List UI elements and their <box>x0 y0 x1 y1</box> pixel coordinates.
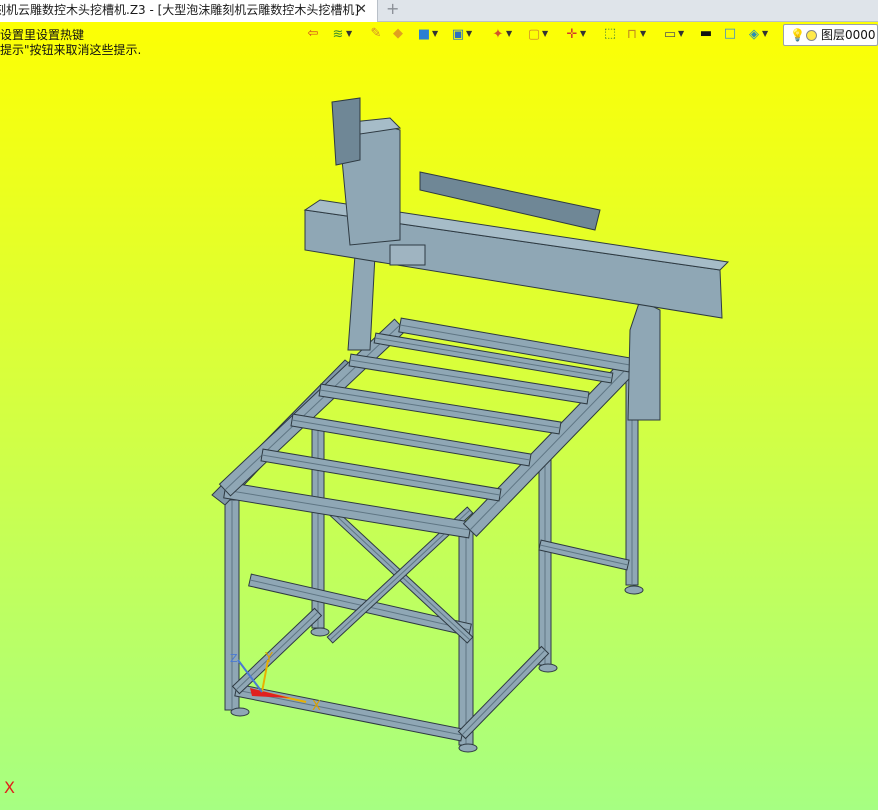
chevron-down-icon[interactable]: ▼ <box>640 24 646 44</box>
cube-icon: ■ <box>417 27 431 42</box>
lower-rail-left-groove <box>235 611 319 691</box>
document-tab-title: 刻机云雕数控木头挖槽机.Z3 - [大型泡沫雕刻机云雕数控木头挖槽机] <box>0 3 359 17</box>
leveling-foot-3 <box>310 627 330 637</box>
solid-button[interactable]: ◆ <box>390 24 412 44</box>
chevron-down-icon[interactable]: ▼ <box>678 24 684 44</box>
pen-icon: ✎ <box>370 26 382 41</box>
cube-button[interactable]: ■ ▼ <box>416 24 446 44</box>
table-slat-3-groove <box>319 389 561 429</box>
gantry-upright-right <box>627 299 661 421</box>
pen-button[interactable]: ✎ <box>368 24 390 44</box>
axis-x-label: X <box>312 699 321 714</box>
layer-color-dot <box>806 30 817 41</box>
frame-button[interactable]: ▢ ▼ <box>526 24 556 44</box>
color-swatch-button[interactable]: □ <box>722 24 744 44</box>
x-marker: X <box>4 778 15 797</box>
spindle-head <box>389 244 426 266</box>
layer-name: 图层0000 <box>821 28 876 42</box>
line-style-icon: ▬ <box>699 26 713 41</box>
leveling-foot-5 <box>624 585 644 595</box>
layer-stack-icon: ◈ <box>749 27 759 42</box>
lower-rail-right-groove <box>461 649 546 736</box>
exit-icon: ⇦ <box>307 26 319 41</box>
view-cube-icon: ▣ <box>451 27 465 42</box>
leveling-foot-2 <box>458 743 478 753</box>
frame-icon: ▢ <box>527 27 541 42</box>
select-box-button[interactable]: ⬚ <box>602 24 624 44</box>
leveling-foot-1 <box>230 707 250 717</box>
bulb-icon[interactable]: 💡 <box>790 25 805 45</box>
close-tab-icon[interactable]: ✕ <box>356 0 370 20</box>
chevron-down-icon[interactable]: ▼ <box>432 24 438 44</box>
gantry-upright-left <box>347 254 376 351</box>
display-icon: ▭ <box>663 27 677 42</box>
color-swatch-icon: □ <box>723 26 737 41</box>
target-button[interactable]: ✛ ▼ <box>564 24 594 44</box>
chevron-down-icon[interactable]: ▼ <box>580 24 586 44</box>
axis-y-label: Y <box>264 651 273 666</box>
select-box-icon: ⬚ <box>603 26 617 41</box>
dimension-icon: ⊓ <box>626 27 638 42</box>
new-tab-icon[interactable]: + <box>386 0 402 18</box>
table-slat-2-groove <box>291 419 531 461</box>
cable-chain-vertical <box>331 97 361 166</box>
cnc-router-model: X Y Z <box>211 97 730 753</box>
3d-viewport[interactable]: X Y Z <box>0 50 878 810</box>
target-icon: ✛ <box>566 27 578 42</box>
chevron-down-icon[interactable]: ▼ <box>506 24 512 44</box>
layers-icon: ≋ <box>332 27 344 42</box>
render-icon: ✦ <box>492 27 504 42</box>
tab-bar: 刻机云雕数控木头挖槽机.Z3 - [大型泡沫雕刻机云雕数控木头挖槽机] ✕ + <box>0 0 878 22</box>
display-button[interactable]: ▭ ▼ <box>662 24 692 44</box>
chevron-down-icon[interactable]: ▼ <box>542 24 548 44</box>
view-cube-button[interactable]: ▣ ▼ <box>450 24 480 44</box>
document-tab[interactable]: 刻机云雕数控木头挖槽机.Z3 - [大型泡沫雕刻机云雕数控木头挖槽机] ✕ <box>0 0 378 22</box>
view-toolbar: ⇦ ≋ ▼ ✎ ◆ ■ ▼ ▣ ▼ ✦ ▼ ▢ ▼ ✛ ▼ ⬚ ⊓ ▼ ▭ ▼ ▬ □ ◈ ▼ <box>300 24 780 46</box>
mid-rail-back-groove <box>539 544 629 566</box>
chevron-down-icon[interactable]: ▼ <box>346 24 352 44</box>
solid-icon: ◆ <box>393 26 403 41</box>
table-slat-1-groove <box>261 454 501 496</box>
leveling-foot-4 <box>538 663 558 673</box>
chevron-down-icon[interactable]: ▼ <box>466 24 472 44</box>
line-style-button[interactable]: ▬ <box>698 24 720 44</box>
layer-selector[interactable]: 💡 图层0000 <box>783 24 878 46</box>
layer-stack-button[interactable]: ◈ ▼ <box>746 24 776 44</box>
layers-button[interactable]: ≋ ▼ <box>330 24 360 44</box>
render-button[interactable]: ✦ ▼ <box>490 24 520 44</box>
exit-button[interactable]: ⇦ <box>305 24 327 44</box>
chevron-down-icon[interactable]: ▼ <box>762 24 768 44</box>
machine-frame <box>211 97 730 753</box>
dimension-button[interactable]: ⊓ ▼ <box>624 24 654 44</box>
axis-z-label: Z <box>230 652 238 665</box>
